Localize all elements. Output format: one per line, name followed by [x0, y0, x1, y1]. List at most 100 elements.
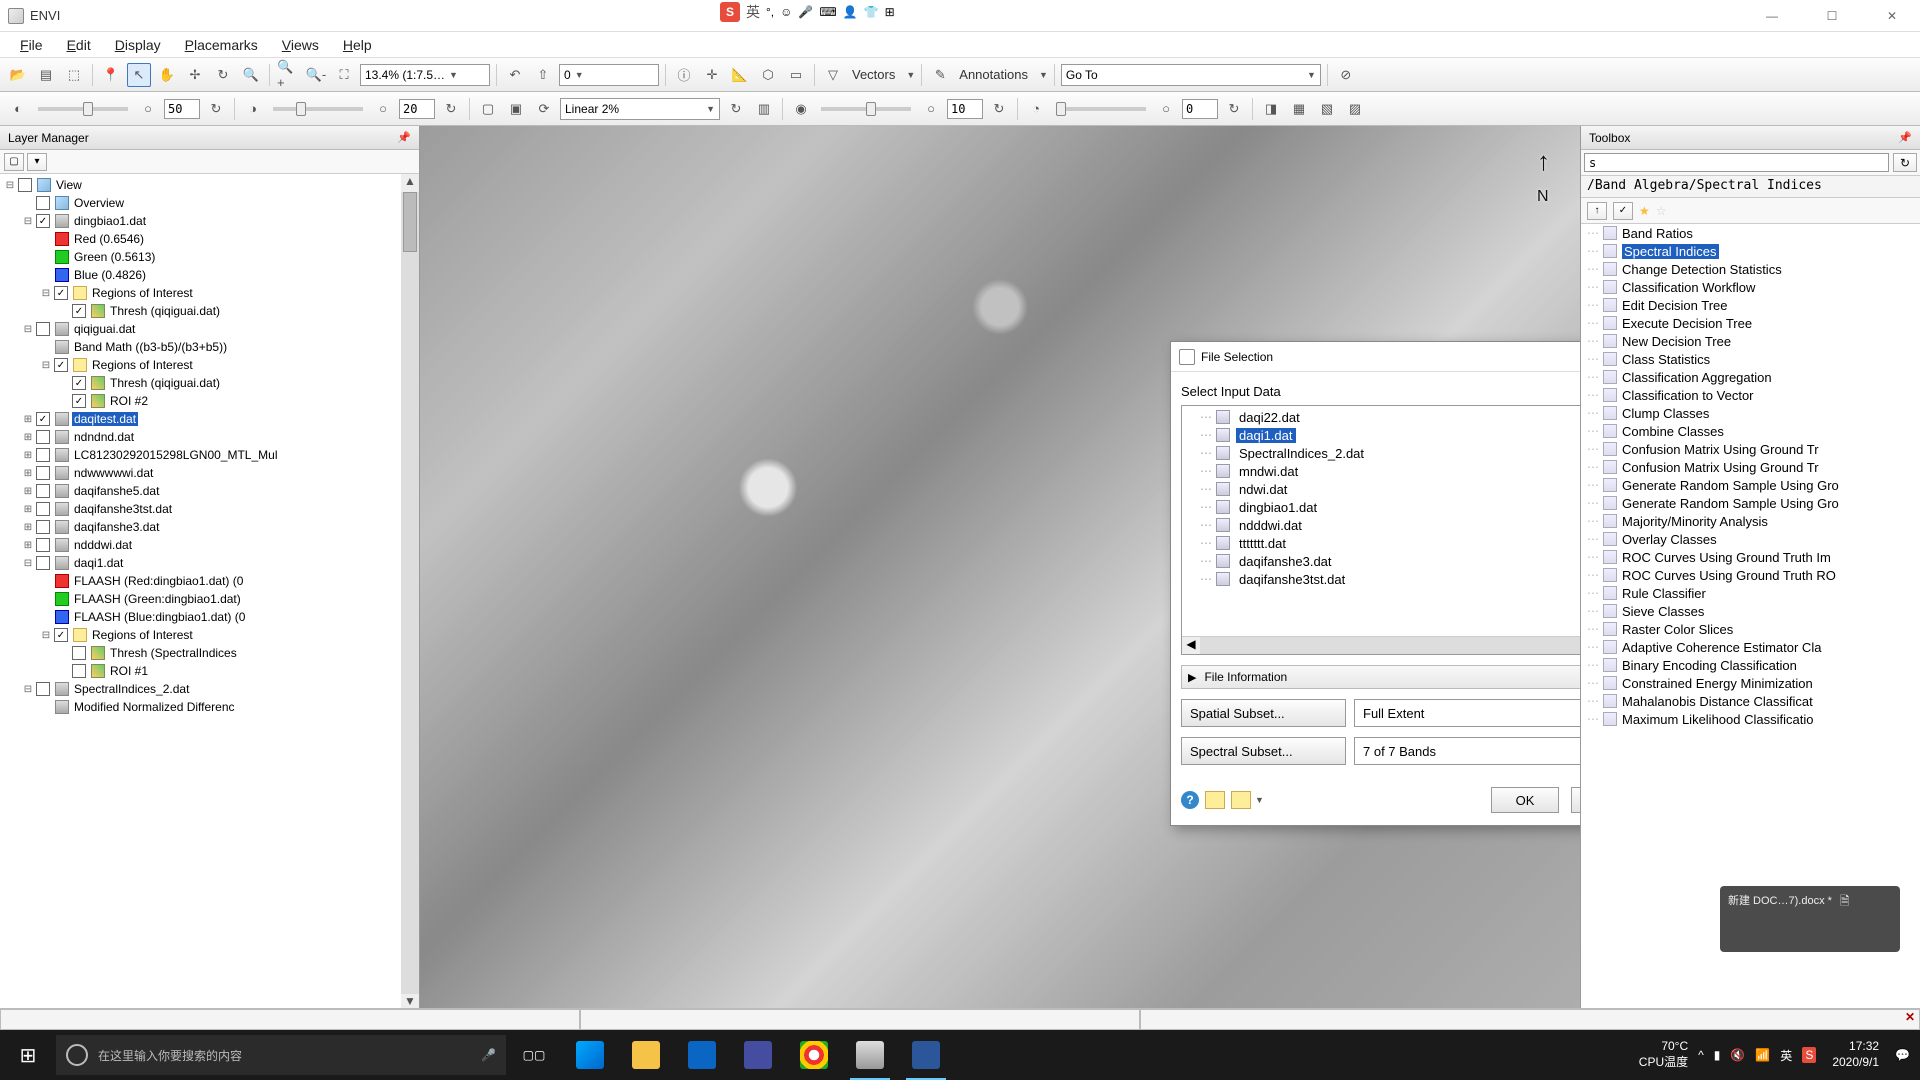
- swipe-icon[interactable]: ▦: [1287, 97, 1311, 121]
- tree-row[interactable]: ⊞daqifanshe3tst.dat: [0, 500, 419, 518]
- spectral-subset-button[interactable]: Spectral Subset...: [1181, 737, 1346, 765]
- zoom-out-icon[interactable]: 🔍-: [304, 63, 328, 87]
- tree-row[interactable]: ROI #1: [0, 662, 419, 680]
- chip-icon[interactable]: ⬚: [62, 63, 86, 87]
- toolbox-item[interactable]: ⋯Adaptive Coherence Estimator Cla: [1581, 638, 1920, 656]
- tray-clock[interactable]: 17:32 2020/9/1: [1826, 1039, 1885, 1070]
- expander-icon[interactable]: ⊟: [22, 324, 34, 335]
- tree-row[interactable]: ⊟dingbiao1.dat: [0, 212, 419, 230]
- tree-checkbox[interactable]: [36, 556, 50, 570]
- tree-row[interactable]: Blue (0.4826): [0, 266, 419, 284]
- toolbox-item[interactable]: ⋯Mahalanobis Distance Classificat: [1581, 692, 1920, 710]
- expander-icon[interactable]: ⊟: [40, 630, 52, 641]
- tree-checkbox[interactable]: [36, 538, 50, 552]
- tree-row[interactable]: Overview: [0, 194, 419, 212]
- blend-icon[interactable]: ▧: [1315, 97, 1339, 121]
- tree-row[interactable]: Band Math ((b3-b5)/(b3+b5)): [0, 338, 419, 356]
- toolbox-item[interactable]: ⋯Classification to Vector: [1581, 386, 1920, 404]
- expander-icon[interactable]: ⊞: [22, 522, 34, 533]
- rotate-icon[interactable]: ↻: [211, 63, 235, 87]
- file-info-bar[interactable]: ▶ File Information: [1181, 665, 1580, 689]
- tree-row[interactable]: Thresh (SpectralIndices: [0, 644, 419, 662]
- taskbar-zhihu[interactable]: [674, 1030, 730, 1080]
- expander-icon[interactable]: ⊞: [22, 432, 34, 443]
- tree-row[interactable]: ⊟Regions of Interest: [0, 284, 419, 302]
- tree-row[interactable]: FLAASH (Green:dingbiao1.dat): [0, 590, 419, 608]
- toolbox-item[interactable]: ⋯Clump Classes: [1581, 404, 1920, 422]
- sharpen-input[interactable]: [947, 99, 983, 119]
- tree-row[interactable]: ⊟Regions of Interest: [0, 356, 419, 374]
- toolbox-pin-icon[interactable]: 📌: [1898, 131, 1912, 144]
- sharpen-reset-icon[interactable]: ↻: [987, 97, 1011, 121]
- menu-help[interactable]: Help: [333, 35, 382, 55]
- undo-icon[interactable]: ↶: [503, 63, 527, 87]
- tray-up-icon[interactable]: ^: [1698, 1048, 1704, 1062]
- histogram-icon[interactable]: ▥: [752, 97, 776, 121]
- tree-checkbox[interactable]: [72, 376, 86, 390]
- tree-checkbox[interactable]: [72, 304, 86, 318]
- tree-checkbox[interactable]: [36, 430, 50, 444]
- toolbox-item[interactable]: ⋯Confusion Matrix Using Ground Tr: [1581, 458, 1920, 476]
- brightness-reset-icon[interactable]: ↻: [204, 97, 228, 121]
- tray-ime-icon[interactable]: 英: [1780, 1047, 1792, 1064]
- file-row[interactable]: ⋯ndddwi.dat: [1182, 516, 1580, 534]
- menu-file[interactable]: File: [10, 35, 53, 55]
- tree-checkbox[interactable]: [54, 358, 68, 372]
- taskbar-explorer[interactable]: [618, 1030, 674, 1080]
- tree-checkbox[interactable]: [72, 646, 86, 660]
- annotations-icon[interactable]: ✎: [928, 63, 952, 87]
- tree-row[interactable]: ⊞ndndnd.dat: [0, 428, 419, 446]
- tree-row[interactable]: ⊞ndwwwwwi.dat: [0, 464, 419, 482]
- toolbox-item[interactable]: ⋯Classification Workflow: [1581, 278, 1920, 296]
- toolbox-item[interactable]: ⋯Execute Decision Tree: [1581, 314, 1920, 332]
- tree-row[interactable]: ⊟SpectralIndices_2.dat: [0, 680, 419, 698]
- tree-checkbox[interactable]: [72, 394, 86, 408]
- status-close-icon[interactable]: ✕: [1905, 1010, 1915, 1024]
- file-row[interactable]: ⋯ndwi.dat: [1182, 480, 1580, 498]
- data-manager-icon[interactable]: ▤: [34, 63, 58, 87]
- transparency-input[interactable]: [1182, 99, 1218, 119]
- toolbox-check-icon[interactable]: ✓: [1613, 202, 1633, 220]
- file-list[interactable]: ⋯daqi22.dat⋯daqi1.dat⋯SpectralIndices_2.…: [1182, 406, 1580, 636]
- docx-floating-badge[interactable]: 新建 DOC…7).docx * 🗎: [1720, 886, 1900, 952]
- close-button[interactable]: ✕: [1872, 4, 1912, 28]
- crosshair-icon[interactable]: ✛: [700, 63, 724, 87]
- expander-icon[interactable]: ⊞: [22, 486, 34, 497]
- open-folder-icon[interactable]: [1205, 791, 1225, 809]
- expander-icon[interactable]: ⊟: [40, 360, 52, 371]
- tree-row[interactable]: Thresh (qiqiguai.dat): [0, 374, 419, 392]
- tree-row[interactable]: Green (0.5613): [0, 248, 419, 266]
- ime-indicator[interactable]: S 英 °, ☺ 🎤 ⌨ 👤 👕 ⊞: [720, 2, 895, 22]
- contrast-slider[interactable]: [273, 107, 363, 111]
- transparency-reset-icon[interactable]: ↻: [1222, 97, 1246, 121]
- flicker-icon[interactable]: ▨: [1343, 97, 1367, 121]
- stretch-rect-icon[interactable]: ▢: [476, 97, 500, 121]
- toolbox-item[interactable]: ⋯Generate Random Sample Using Gro: [1581, 476, 1920, 494]
- toolbox-search-input[interactable]: [1584, 153, 1889, 172]
- notifications-icon[interactable]: 💬: [1895, 1048, 1910, 1062]
- vectors-label[interactable]: Vectors: [849, 67, 898, 82]
- tree-row[interactable]: FLAASH (Red:dingbiao1.dat) (0: [0, 572, 419, 590]
- tree-row[interactable]: ⊞ndddwi.dat: [0, 536, 419, 554]
- annotations-label[interactable]: Annotations: [956, 67, 1031, 82]
- toolbox-item[interactable]: ⋯New Decision Tree: [1581, 332, 1920, 350]
- contrast-input[interactable]: [399, 99, 435, 119]
- brightness-icon[interactable]: ◐: [6, 97, 30, 121]
- tree-checkbox[interactable]: [36, 502, 50, 516]
- expander-icon[interactable]: ⊟: [22, 216, 34, 227]
- toolbox-item[interactable]: ⋯Change Detection Statistics: [1581, 260, 1920, 278]
- tree-checkbox[interactable]: [36, 412, 50, 426]
- tree-checkbox[interactable]: [54, 628, 68, 642]
- brightness-slider[interactable]: [38, 107, 128, 111]
- mensuration-icon[interactable]: 📐: [728, 63, 752, 87]
- file-row[interactable]: ⋯dingbiao1.dat: [1182, 498, 1580, 516]
- pointer-icon[interactable]: ↖: [127, 63, 151, 87]
- tree-checkbox[interactable]: [72, 664, 86, 678]
- toolbox-item[interactable]: ⋯Class Statistics: [1581, 350, 1920, 368]
- tree-checkbox[interactable]: [36, 214, 50, 228]
- tree-row[interactable]: ⊞daqifanshe5.dat: [0, 482, 419, 500]
- toolbox-item[interactable]: ⋯Maximum Likelihood Classificatio: [1581, 710, 1920, 728]
- tree-row[interactable]: Red (0.6546): [0, 230, 419, 248]
- menu-display[interactable]: Display: [105, 35, 171, 55]
- tree-checkbox[interactable]: [36, 448, 50, 462]
